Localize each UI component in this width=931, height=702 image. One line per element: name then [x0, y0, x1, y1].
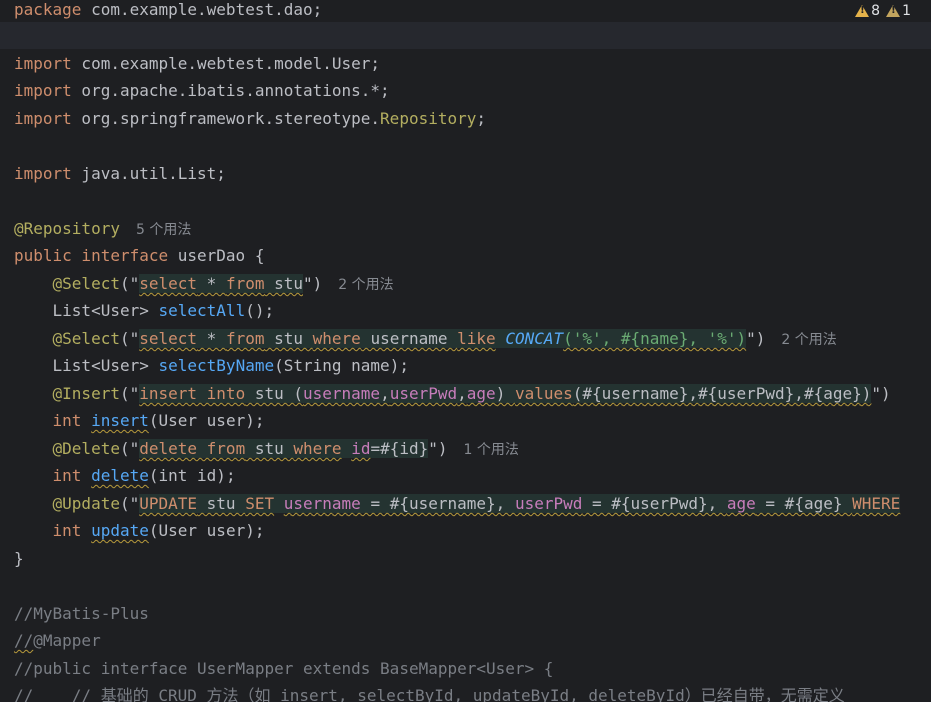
code-line-update-annotation[interactable]: @Update("UPDATE stu SET username = #{use… — [14, 490, 901, 517]
usages-hint[interactable]: 2 个用法 — [781, 332, 836, 348]
code-line-interface-decl[interactable]: public interface userDao { — [14, 242, 264, 269]
code-line-repository-annotation[interactable]: @Repository 5 个用法 — [14, 215, 191, 242]
weak-warnings-count: 1 — [902, 3, 911, 19]
warnings-count: 8 — [871, 3, 881, 19]
code-line-import-list[interactable]: import java.util.List; — [14, 160, 226, 187]
code-line-import-repository[interactable]: import org.springframework.stereotype.Re… — [14, 105, 486, 132]
current-line-highlight — [0, 22, 931, 49]
code-line-insert-method[interactable]: int insert(User user); — [14, 407, 265, 434]
sql-injection: select * from stu where username like CO… — [139, 329, 747, 348]
code-line-delete-method[interactable]: int delete(int id); — [14, 462, 236, 489]
code-line-comment-crud[interactable]: // // 基础的 CRUD 方法（如 insert, selectById, … — [14, 682, 845, 702]
code-line-select-all-method[interactable]: List<User> selectAll(); — [14, 297, 275, 324]
code-line-comment-interface[interactable]: //public interface UserMapper extends Ba… — [14, 655, 553, 682]
warnings-indicator[interactable]: 8 — [855, 0, 880, 22]
weak-warnings-indicator[interactable]: 1 — [886, 0, 911, 22]
warning-icon — [855, 5, 870, 17]
code-line-update-method[interactable]: int update(User user); — [14, 517, 265, 544]
code-line-import-user[interactable]: import com.example.webtest.model.User; — [14, 50, 380, 77]
code-line-import-ibatis[interactable]: import org.apache.ibatis.annotations.*; — [14, 77, 390, 104]
code-line-select-by-name-method[interactable]: List<User> selectByName(String name); — [14, 352, 409, 379]
code-line-comment-mapper[interactable]: //@Mapper — [14, 627, 101, 654]
code-line-insert-annotation[interactable]: @Insert("insert into stu (username,userP… — [14, 380, 891, 407]
sql-injection: select * from stu — [139, 274, 303, 293]
code-line-select-all-annotation[interactable]: @Select("select * from stu") 2 个用法 — [14, 270, 394, 297]
sql-injection: UPDATE stu SET username = #{username}, u… — [139, 494, 901, 513]
code-line-package[interactable]: package com.example.webtest.dao; — [14, 0, 322, 23]
code-line-select-by-name-annotation[interactable]: @Select("select * from stu where usernam… — [14, 325, 837, 352]
sql-injection: delete from stu where id=#{id} — [139, 439, 429, 458]
usages-hint[interactable]: 1 个用法 — [464, 442, 519, 458]
code-editor[interactable]: 8 1 package com.example.webtest.dao; imp… — [0, 0, 931, 702]
code-line-delete-annotation[interactable]: @Delete("delete from stu where id=#{id}"… — [14, 435, 519, 462]
usages-hint[interactable]: 2 个用法 — [338, 277, 393, 293]
usages-hint[interactable]: 5 个用法 — [136, 222, 191, 238]
code-line-close-brace[interactable]: } — [14, 545, 24, 572]
sql-injection: insert into stu (username,userPwd,age) v… — [139, 384, 872, 403]
weak-warning-icon — [886, 5, 901, 17]
code-line-comment-mybatis-plus[interactable]: //MyBatis-Plus — [14, 600, 149, 627]
inspections-widget[interactable]: 8 1 — [855, 0, 911, 22]
